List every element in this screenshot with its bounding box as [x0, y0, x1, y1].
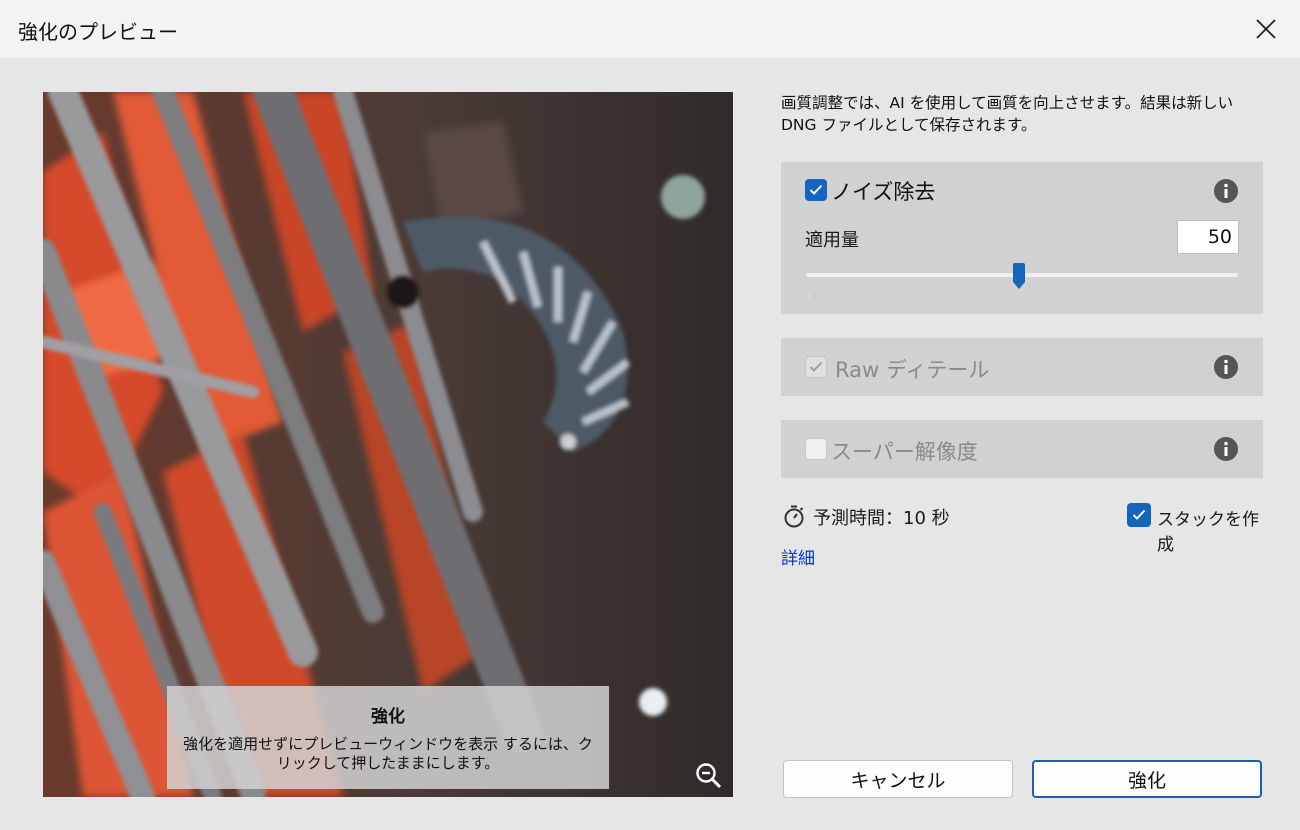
tooltip-body: 強化を適用せずにプレビューウィンドウを表示 するには、クリックして押したままにし… — [183, 735, 593, 772]
denoise-checkbox[interactable] — [805, 179, 827, 201]
predicted-time: 予測時間：10 秒 — [813, 508, 950, 529]
info-icon[interactable] — [1213, 178, 1239, 204]
raw-detail-checkbox[interactable] — [805, 356, 827, 378]
options-panel: 画質調整では、AI を使用して画質を向上させます。結果は新しい DNG ファイル… — [781, 92, 1263, 569]
prediction-row: 予測時間：10 秒 スタックを作成 — [781, 502, 1263, 555]
checkmark-icon — [1132, 509, 1146, 520]
super-resolution-checkbox[interactable] — [805, 438, 827, 460]
denoise-label: ノイズ除去 — [831, 180, 936, 204]
amount-label: 適用量 — [805, 230, 859, 251]
info-icon[interactable] — [1213, 436, 1239, 462]
create-stack-label: スタックを作成 — [1157, 510, 1259, 555]
title-bar: 強化のプレビュー — [0, 0, 1300, 58]
raw-detail-label: Raw ディテール — [835, 358, 990, 382]
create-stack-checkbox[interactable] — [1127, 503, 1151, 527]
preview-tooltip: 強化 強化を適用せずにプレビューウィンドウを表示 するには、クリックして押したま… — [167, 686, 609, 789]
raw-detail-section: Raw ディテール — [781, 338, 1263, 396]
details-link[interactable]: 詳細 — [781, 544, 815, 569]
amount-slider-thumb[interactable] — [1012, 263, 1026, 289]
checkmark-icon — [809, 361, 823, 372]
enhance-preview-image[interactable]: 強化 強化を適用せずにプレビューウィンドウを表示 するには、クリックして押したま… — [43, 92, 733, 797]
slider-tick — [1229, 294, 1230, 298]
stopwatch-icon — [784, 505, 804, 528]
super-resolution-label: スーパー解像度 — [831, 440, 978, 464]
slider-tick — [814, 294, 815, 298]
super-resolution-section: スーパー解像度 — [781, 420, 1263, 478]
close-icon — [1256, 19, 1276, 39]
zoom-out-button[interactable] — [693, 760, 725, 792]
window-title: 強化のプレビュー — [18, 20, 178, 44]
tooltip-title: 強化 — [371, 707, 405, 727]
info-icon[interactable] — [1213, 354, 1239, 380]
checkmark-icon — [809, 184, 823, 195]
enhance-button[interactable]: 強化 — [1032, 760, 1262, 798]
denoise-section: ノイズ除去 適用量 — [781, 162, 1263, 314]
dialog-content: 強化 強化を適用せずにプレビューウィンドウを表示 するには、クリックして押したま… — [0, 58, 1300, 830]
cancel-button[interactable]: キャンセル — [783, 760, 1013, 798]
enhance-description: 画質調整では、AI を使用して画質を向上させます。結果は新しい DNG ファイル… — [781, 94, 1234, 134]
amount-input[interactable] — [1177, 220, 1239, 254]
zoom-out-icon — [696, 763, 722, 789]
close-button[interactable] — [1246, 10, 1286, 48]
